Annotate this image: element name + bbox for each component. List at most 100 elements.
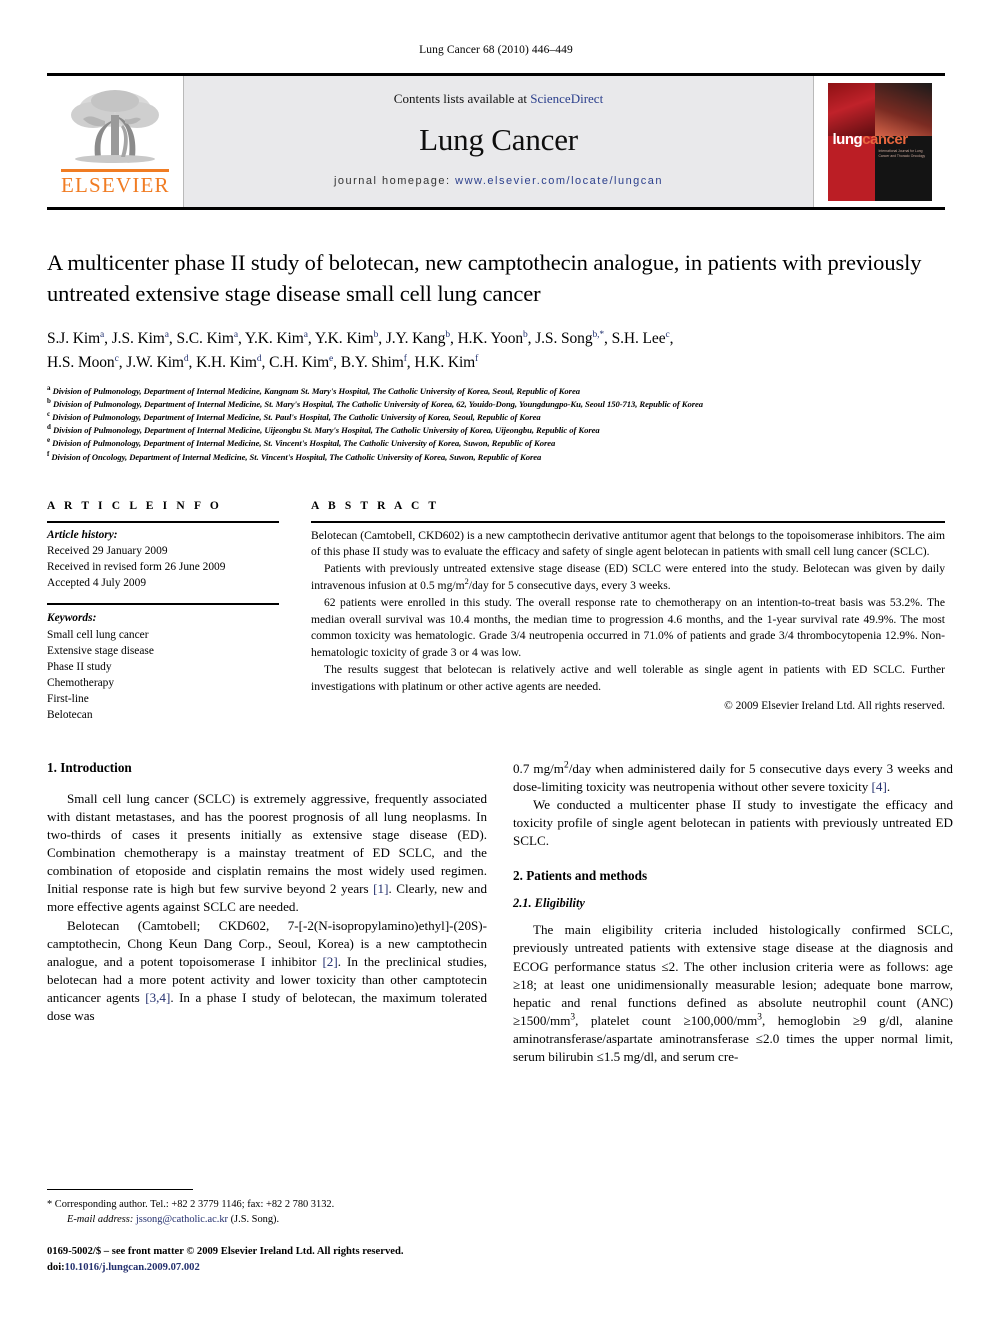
affiliation-text: Division of Pulmonology, Department of I… — [52, 399, 704, 410]
masthead-center: Contents lists available at ScienceDirec… — [184, 76, 813, 207]
abstract-column: A B S T R A C T Belotecan (Camtobell, CK… — [311, 500, 945, 724]
author-name: S.C. Kim — [176, 330, 234, 348]
author-affiliation-marker: a — [233, 330, 238, 341]
author-item: S.C. Kima, — [176, 330, 245, 348]
author-name: K.H. Kim — [196, 354, 257, 372]
author-affiliation-marker: a — [303, 330, 308, 341]
author-item: J.S. Songb,*, — [535, 330, 612, 348]
section-heading-patients-and-methods: 2. Patients and methods — [513, 868, 648, 884]
keyword-item: Belotecan — [47, 709, 93, 722]
author-name: J.W. Kim — [126, 354, 184, 372]
author-affiliation-marker: f — [403, 354, 407, 365]
author-item: H.K. Yoonb, — [457, 330, 536, 348]
elsevier-tree-icon — [71, 90, 159, 163]
author-item: H.S. Moonc, — [47, 354, 127, 372]
abstract-paragraph: 62 patients were enrolled in this study.… — [311, 595, 945, 660]
author-affiliation-marker: a — [100, 330, 105, 341]
article-history-label: Article history: — [47, 528, 118, 541]
issn-copyright-block: 0169-5002/$ – see front matter © 2009 El… — [47, 1244, 487, 1275]
cover-word-lung: lung — [832, 130, 863, 148]
affiliation-marker: b — [47, 397, 51, 406]
abstract-paragraph: Belotecan (Camtobell, CKD602) is a new c… — [311, 528, 945, 559]
affiliation-marker: c — [47, 410, 51, 419]
corresponding-author-marker: b,* — [592, 330, 605, 341]
author-affiliation-marker: b — [523, 330, 528, 341]
author-name: C.H. Kim — [269, 354, 330, 372]
author-item: S.H. Leec, — [611, 330, 674, 348]
homepage-url-link[interactable]: www.elsevier.com/locate/lungcan — [455, 175, 663, 187]
article-info-heading: A R T I C L E I N F O — [47, 499, 222, 512]
author-name: S.J. Kim — [47, 330, 101, 348]
author-name: J.S. Song — [535, 330, 593, 348]
keyword-item: Extensive stage disease — [47, 644, 154, 657]
affiliation-item: e Division of Pulmonology, Department of… — [47, 437, 945, 450]
author-affiliation-marker: d — [183, 354, 189, 365]
running-head: Lung Cancer 68 (2010) 446–449 — [419, 44, 573, 56]
doi-link[interactable]: 10.1016/j.lungcan.2009.07.002 — [65, 1262, 200, 1273]
affiliation-item: b Division of Pulmonology, Department of… — [47, 398, 945, 411]
author-name: Y.K. Kim — [314, 330, 374, 348]
elsevier-logo-cell: ELSEVIER — [47, 76, 184, 207]
contents-prefix-text: Contents lists available at — [393, 91, 531, 106]
intro-paragraph-4: We conducted a multicenter phase II stud… — [513, 796, 953, 849]
eligibility-paragraph-1: The main eligibility criteria included h… — [513, 922, 953, 1065]
journal-homepage-line: journal homepage: www.elsevier.com/locat… — [184, 175, 813, 187]
author-name: H.K. Kim — [414, 354, 476, 372]
author-item: H.K. Kimf — [414, 354, 478, 371]
history-item: Received in revised form 26 June 2009 — [47, 560, 226, 573]
author-item: K.H. Kimd, — [196, 354, 270, 372]
history-item: Received 29 January 2009 — [47, 544, 168, 557]
homepage-label: journal homepage: — [333, 175, 451, 187]
section-heading-introduction: 1. Introduction — [47, 759, 132, 775]
email-suffix: (J.S. Song). — [230, 1214, 280, 1226]
affiliation-list: a Division of Pulmonology, Department of… — [47, 385, 945, 463]
doi-label: doi: — [47, 1261, 65, 1273]
cover-panel-top-right — [875, 82, 932, 136]
author-affiliation-marker: c — [665, 330, 670, 341]
keywords-label: Keywords: — [47, 612, 97, 625]
cover-word-cancer: cancer — [862, 130, 908, 148]
body-column-right: 0.7 mg/m2/day when administered daily fo… — [513, 760, 953, 1180]
affiliation-marker: f — [47, 449, 50, 458]
article-history-group: Article history: Received 29 January 200… — [47, 523, 279, 592]
cover-wordmark: lungcancer — [832, 130, 909, 148]
title-block: A multicenter phase II study of beloteca… — [47, 248, 945, 464]
author-item: Y.K. Kimb, — [314, 330, 386, 348]
footnote-area: * Corresponding author. Tel.: +82 2 3779… — [47, 1189, 487, 1275]
affiliation-marker: e — [47, 436, 51, 445]
intro-paragraph-1: Small cell lung cancer (SCLC) is extreme… — [47, 790, 487, 915]
affiliation-text: Division of Pulmonology, Department of I… — [52, 425, 600, 436]
keywords-group: Keywords: Small cell lung cancer Extensi… — [47, 605, 279, 723]
affiliation-marker: d — [47, 423, 51, 432]
email-note: E-mail address: jssong@catholic.ac.kr (J… — [47, 1212, 487, 1227]
abstract-paragraph: Patients with previously untreated exten… — [311, 562, 945, 592]
info-abstract-row: A R T I C L E I N F O Article history: R… — [47, 500, 945, 724]
author-name: J.Y. Kang — [385, 330, 446, 348]
author-affiliation-marker: d — [256, 354, 262, 365]
author-affiliation-marker: a — [164, 330, 169, 341]
body-column-left: 1. Introduction Small cell lung cancer (… — [47, 760, 487, 1180]
elsevier-wordmark: ELSEVIER — [61, 169, 169, 198]
email-link[interactable]: jssong@catholic.ac.kr — [136, 1214, 228, 1225]
abstract-paragraph: The results suggest that belotecan is re… — [311, 662, 945, 693]
author-item: J.Y. Kangb, — [385, 330, 458, 348]
keyword-item: First-line — [47, 693, 89, 706]
abstract-heading: A B S T R A C T — [311, 499, 440, 512]
contents-available-line: Contents lists available at ScienceDirec… — [184, 91, 813, 107]
author-item: J.W. Kimd, — [126, 354, 197, 372]
email-label: E-mail address: — [67, 1214, 134, 1226]
affiliation-item: c Division of Pulmonology, Department of… — [47, 411, 945, 424]
author-affiliation-marker: b — [445, 330, 450, 341]
sciencedirect-link[interactable]: ScienceDirect — [530, 91, 603, 106]
journal-article-page: Lung Cancer 68 (2010) 446–449 ELSEVIER C… — [0, 0, 992, 1323]
author-affiliation-marker: f — [475, 354, 479, 365]
author-name: H.S. Moon — [47, 354, 115, 372]
affiliation-text: Division of Pulmonology, Department of I… — [52, 386, 580, 397]
history-item: Accepted 4 July 2009 — [47, 577, 147, 590]
author-name: J.S. Kim — [111, 330, 165, 348]
affiliation-item: f Division of Oncology, Department of In… — [47, 449, 945, 464]
journal-masthead: ELSEVIER Contents lists available at Sci… — [47, 73, 945, 210]
abstract-copyright: © 2009 Elsevier Ireland Ltd. All rights … — [724, 699, 945, 712]
author-item: S.J. Kima, — [47, 330, 112, 348]
footnote-divider — [47, 1189, 193, 1191]
